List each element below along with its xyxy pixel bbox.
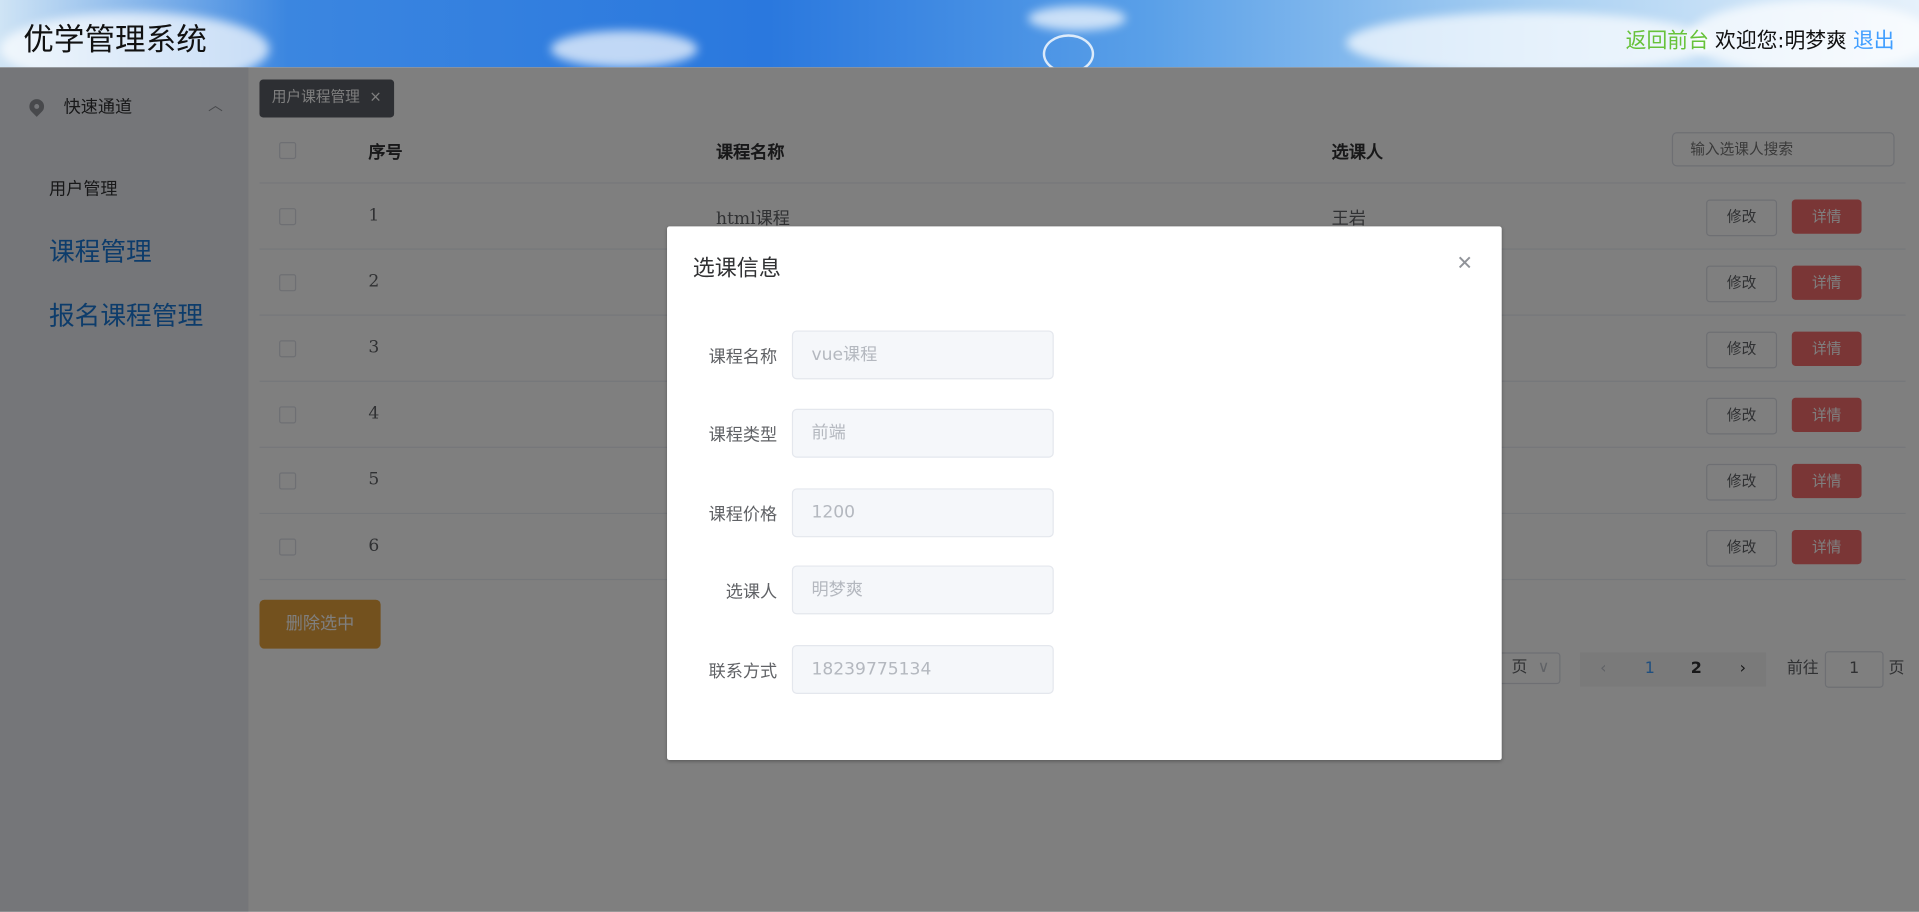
field-input[interactable]: 前端: [791, 408, 1054, 458]
dialog-title: 选课信息: [692, 255, 781, 282]
welcome-text: 欢迎您:明梦爽: [1715, 29, 1847, 54]
field-label: 联系方式: [708, 662, 778, 682]
header: 优学管理系统 返回前台 欢迎您:明梦爽 退出: [0, 0, 1919, 68]
field-label: 课程类型: [708, 425, 778, 446]
back-to-front-link[interactable]: 返回前台: [1626, 29, 1709, 53]
course-info-dialog: 选课信息 ✕ 课程名称 vue课程 课程类型 前端 课程价格 1200 选课人 明梦爽…: [667, 226, 1502, 761]
field-input[interactable]: vue课程: [791, 330, 1054, 380]
field-input[interactable]: 18239775134: [791, 644, 1054, 694]
form-row: 选课人 明梦爽: [667, 565, 1502, 615]
form-row: 课程类型 前端: [667, 408, 1502, 458]
ring-decoration: [1042, 34, 1095, 68]
app-title: 优学管理系统: [23, 22, 207, 58]
field-label: 课程价格: [708, 505, 778, 526]
close-icon[interactable]: ✕: [1456, 251, 1472, 274]
form-row: 联系方式 18239775134: [667, 644, 1502, 694]
field-label: 课程名称: [708, 347, 778, 368]
form-row: 课程名称 vue课程: [667, 330, 1502, 380]
cloud-decoration: [550, 30, 698, 68]
field-label: 选课人: [725, 582, 778, 603]
logout-link[interactable]: 退出: [1853, 29, 1895, 53]
field-input[interactable]: 明梦爽: [791, 565, 1054, 615]
form-row: 课程价格 1200: [667, 488, 1502, 538]
field-input[interactable]: 1200: [791, 488, 1054, 538]
cloud-decoration: [1028, 6, 1126, 31]
